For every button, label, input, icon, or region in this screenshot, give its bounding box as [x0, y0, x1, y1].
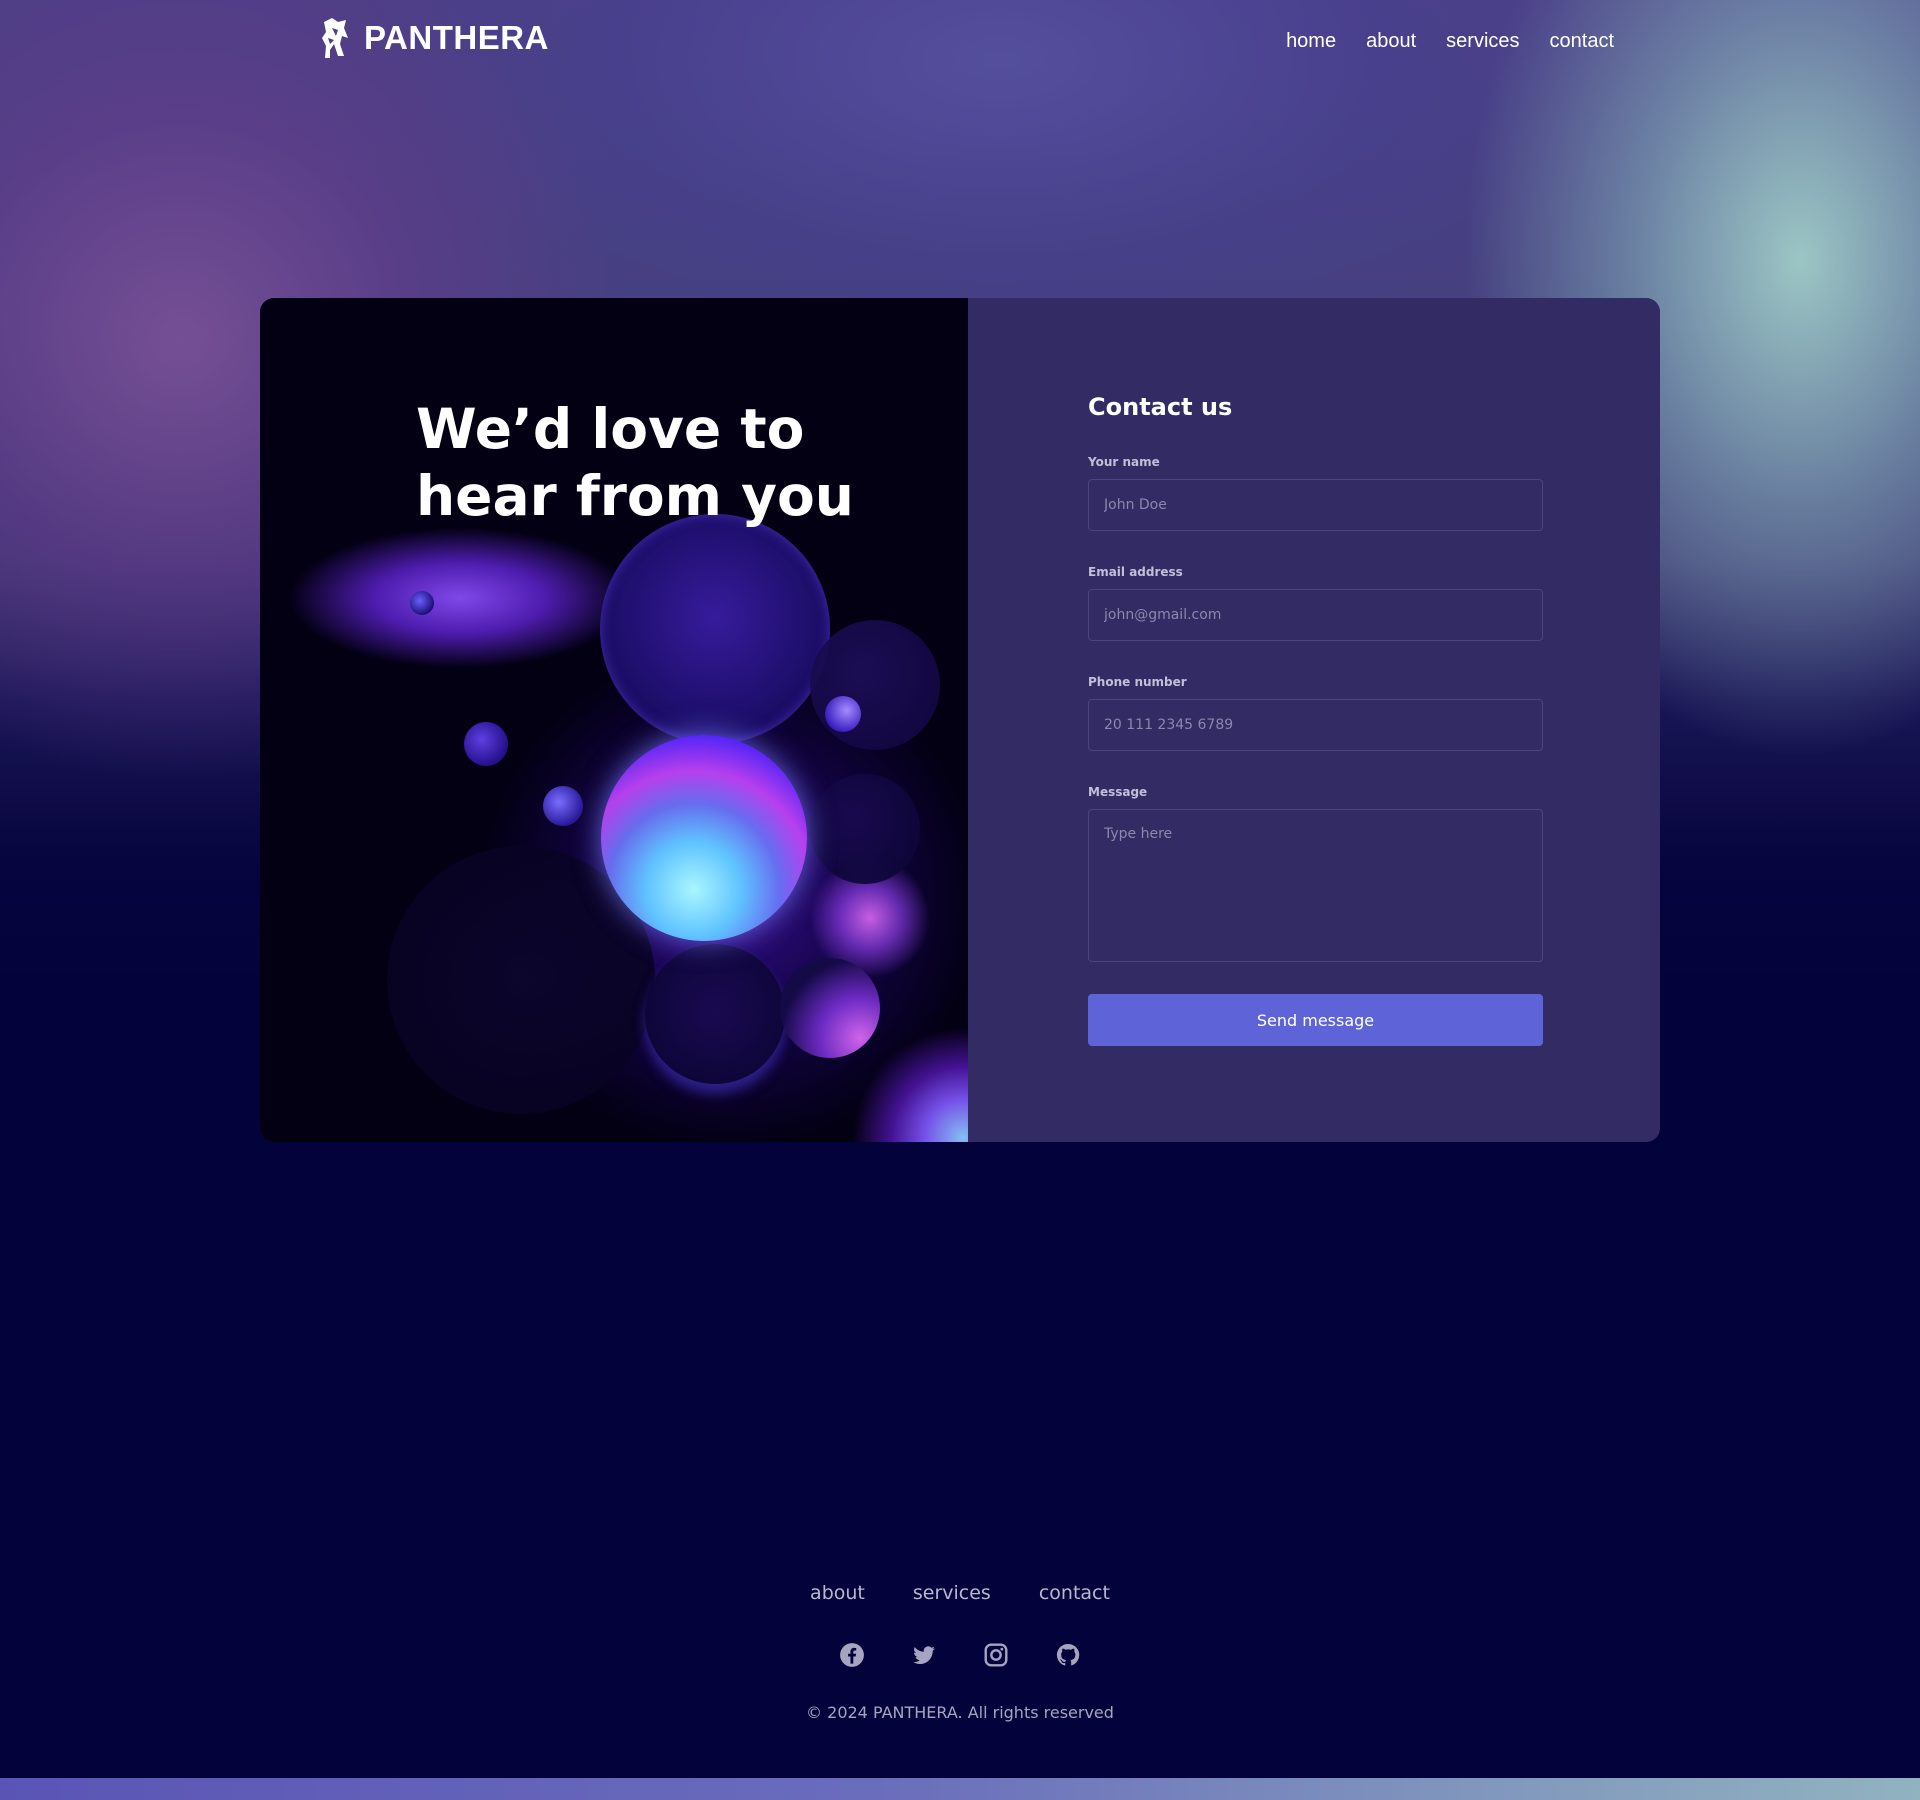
send-message-button[interactable]: Send message [1088, 994, 1543, 1046]
message-textarea[interactable] [1088, 809, 1543, 962]
hero-title: We’d love to hear from you [416, 397, 854, 528]
panther-logo-icon [322, 18, 348, 58]
form-title: Contact us [1088, 393, 1233, 421]
footer-navigation: about services contact [0, 1582, 1920, 1604]
copyright-text: © 2024 PANTHERA. All rights reserved [806, 1703, 1114, 1722]
nav-link-services[interactable]: services [1446, 30, 1519, 53]
footer-link-services[interactable]: services [913, 1582, 991, 1604]
decorative-bubble [543, 786, 583, 826]
decorative-bubble [410, 591, 434, 615]
decorative-bubble [810, 620, 940, 750]
phone-label: Phone number [1088, 675, 1187, 689]
brand-name: PANTHERA [364, 19, 549, 56]
hero-image-panel: We’d love to hear from you [260, 298, 968, 1142]
decorative-bubble [600, 514, 830, 744]
nav-link-contact[interactable]: contact [1550, 30, 1614, 53]
nav-link-about[interactable]: about [1366, 30, 1416, 53]
footer-link-contact[interactable]: contact [1039, 1582, 1110, 1604]
top-navigation: home about services contact [1286, 30, 1614, 53]
footer-link-about[interactable]: about [810, 1582, 865, 1604]
bottom-gradient-bar [0, 1778, 1920, 1800]
name-input[interactable] [1088, 479, 1543, 531]
nav-link-home[interactable]: home [1286, 30, 1336, 53]
twitter-icon[interactable] [911, 1642, 937, 1668]
decorative-bubble [810, 774, 920, 884]
instagram-icon[interactable] [983, 1642, 1009, 1668]
contact-form-panel: Contact us Your name Email address Phone… [968, 298, 1660, 1142]
decorative-bubble [825, 696, 861, 732]
facebook-icon[interactable] [839, 1642, 865, 1668]
contact-card: We’d love to hear from you Contact us Yo… [260, 298, 1660, 1142]
decorative-bubble [464, 722, 508, 766]
github-icon[interactable] [1055, 1642, 1081, 1668]
email-input[interactable] [1088, 589, 1543, 641]
social-links [0, 1642, 1920, 1668]
brand-logo[interactable]: PANTHERA [318, 16, 549, 60]
decorative-bubble [780, 958, 880, 1058]
decorative-bubble [645, 944, 785, 1084]
message-label: Message [1088, 785, 1148, 799]
phone-input[interactable] [1088, 699, 1543, 751]
email-label: Email address [1088, 565, 1183, 579]
name-label: Your name [1088, 455, 1160, 469]
decorative-bubble [601, 735, 807, 941]
